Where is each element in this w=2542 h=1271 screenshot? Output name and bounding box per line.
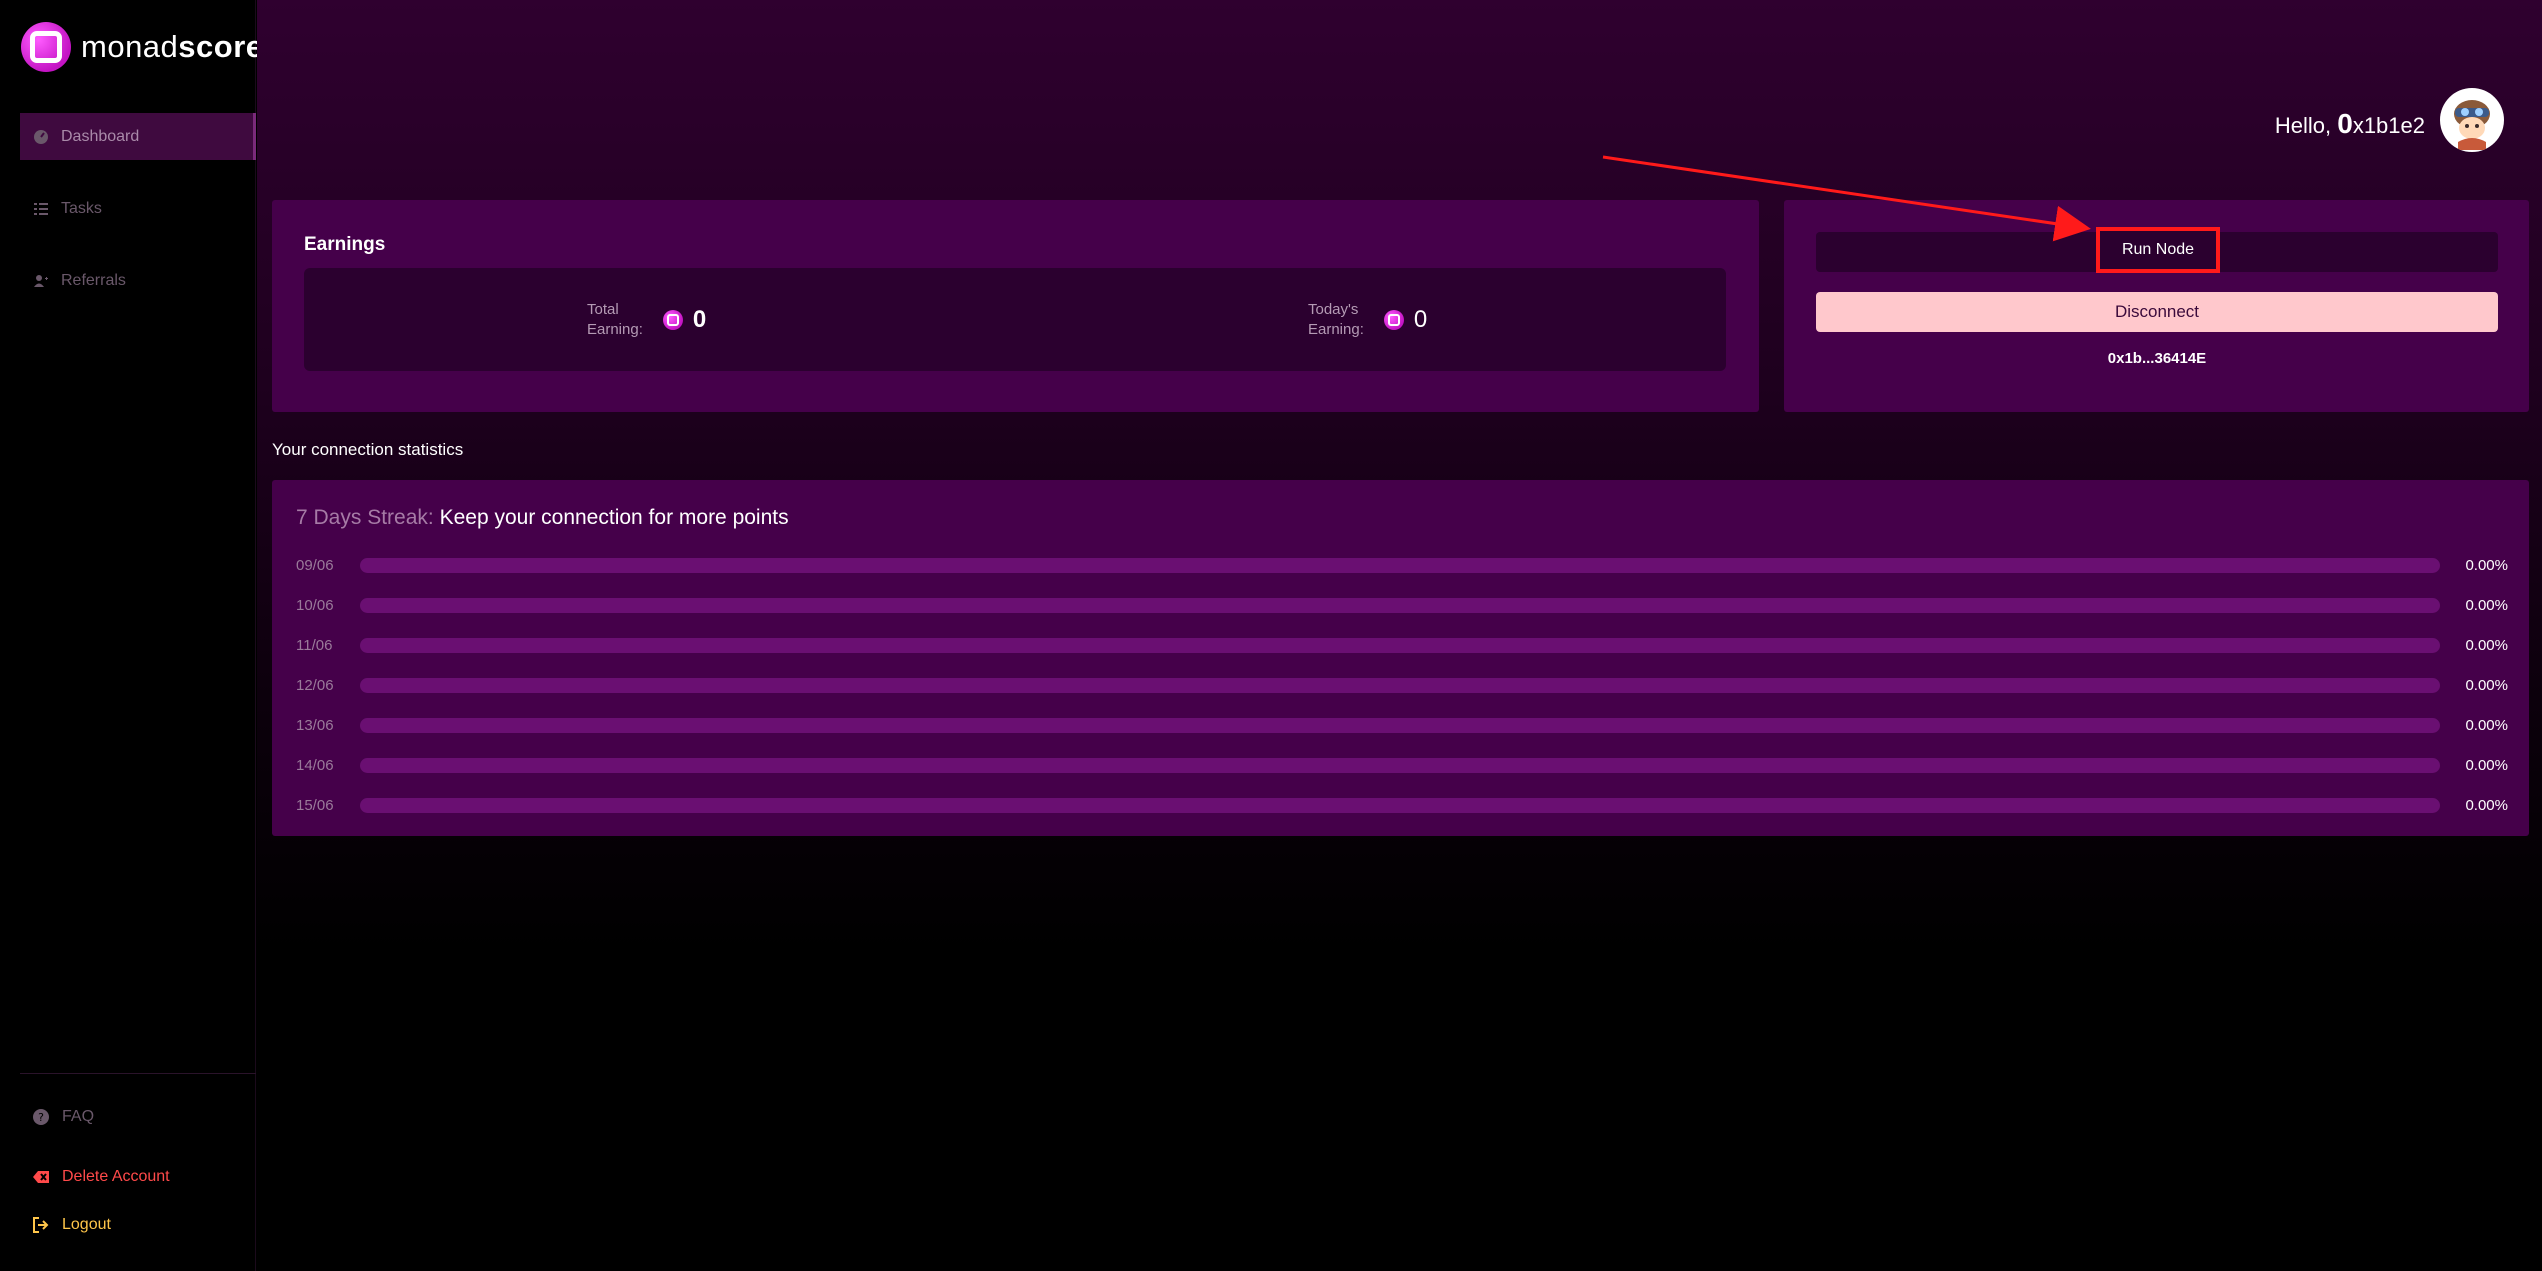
sidebar-item-label: Dashboard [61,127,140,145]
dashboard-icon [33,129,49,145]
sidebar-item-referrals[interactable]: Referrals [20,257,256,304]
main-content: Hello, 0x1b1e2 Earnings Total Earning: 0… [257,0,2542,1271]
streak-progress-bar [360,677,2440,693]
streak-title: 7 Days Streak: Keep your connection for … [296,506,789,529]
streak-percent: 0.00% [2465,676,2508,694]
streak-progress-bar [360,557,2440,573]
sidebar-item-label: Tasks [61,199,102,217]
streak-progress-bar [360,757,2440,773]
total-earning: Total Earning: 0 [587,300,706,340]
brand-name: monadscore [81,29,264,64]
streak-row: 15/06 0.00% [296,795,2508,815]
question-icon: ? [33,1109,49,1125]
brand-logo[interactable]: monadscore [21,22,264,72]
streak-row: 13/06 0.00% [296,715,2508,735]
today-earning: Today's Earning: 0 [1308,300,1427,340]
run-node-button[interactable]: Run Node [2096,227,2220,273]
sidebar-item-dashboard[interactable]: Dashboard [20,113,256,160]
streak-percent: 0.00% [2465,556,2508,574]
streak-percent: 0.00% [2465,596,2508,614]
app: monadscore Dashboard Tasks Referrals ? F… [0,0,2542,1271]
total-earning-value: 0 [662,306,706,334]
streak-date: 13/06 [296,716,334,734]
streak-date: 09/06 [296,556,334,574]
faq-link[interactable]: ? FAQ [32,1108,94,1126]
avatar-icon [2442,90,2502,150]
streak-percent: 0.00% [2465,756,2508,774]
faq-label: FAQ [62,1108,95,1125]
streak-progress-bar [360,797,2440,813]
logout-icon [33,1217,49,1233]
earnings-card: Earnings Total Earning: 0 Today's Earnin… [272,200,1759,412]
streak-progress-bar [360,597,2440,613]
today-earning-value: 0 [1383,306,1427,334]
streak-date: 15/06 [296,796,334,814]
streak-card: 7 Days Streak: Keep your connection for … [272,480,2529,836]
username: x1b1e2 [2352,113,2425,138]
sidebar-nav: Dashboard Tasks Referrals [20,113,256,329]
streak-date: 11/06 [296,636,333,654]
points-coin-icon [1383,310,1404,330]
streak-progress-bar [360,637,2440,653]
streak-row: 09/06 0.00% [296,555,2508,575]
streak-row: 14/06 0.00% [296,755,2508,775]
delete-icon [33,1171,49,1183]
sidebar-item-tasks[interactable]: Tasks [20,185,256,232]
sidebar-divider [20,1073,256,1074]
node-card: Run Node Disconnect 0x1b...36414E [1784,200,2529,412]
svg-text:?: ? [38,1111,44,1124]
user-initial: 0 [2337,108,2353,139]
delete-account-label: Delete Account [62,1168,170,1185]
avatar[interactable] [2440,88,2504,152]
sidebar-item-label: Referrals [61,271,126,289]
streak-row: 12/06 0.00% [296,675,2508,695]
logout-label: Logout [62,1216,111,1233]
streak-percent: 0.00% [2465,636,2508,654]
delete-account-button[interactable]: Delete Account [32,1168,170,1186]
tasks-icon [33,201,49,217]
points-coin-icon [662,310,683,330]
user-plus-icon [33,273,49,289]
streak-date: 14/06 [296,756,334,774]
monadscore-logo-icon [21,22,71,72]
streak-row: 11/06 0.00% [296,635,2508,655]
logout-button[interactable]: Logout [32,1216,111,1234]
streak-date: 10/06 [296,596,334,614]
sidebar: monadscore Dashboard Tasks Referrals ? F… [0,0,263,1271]
total-earning-label: Total Earning: [587,301,643,338]
earnings-panel: Total Earning: 0 Today's Earning: 0 [304,268,1726,371]
stats-caption: Your connection statistics [272,440,464,459]
greeting-text: Hello, [2274,113,2332,138]
streak-row: 10/06 0.00% [296,595,2508,615]
user-greeting: Hello, 0x1b1e2 [2275,108,2425,140]
streak-date: 12/06 [296,676,334,694]
earnings-title: Earnings [304,234,386,255]
streak-progress-bar [360,717,2440,733]
streak-percent: 0.00% [2465,796,2508,814]
today-earning-label: Today's Earning: [1308,301,1364,338]
streak-percent: 0.00% [2465,716,2508,734]
wallet-address: 0x1b...36414E [2107,350,2207,367]
disconnect-button[interactable]: Disconnect [1816,292,2498,332]
